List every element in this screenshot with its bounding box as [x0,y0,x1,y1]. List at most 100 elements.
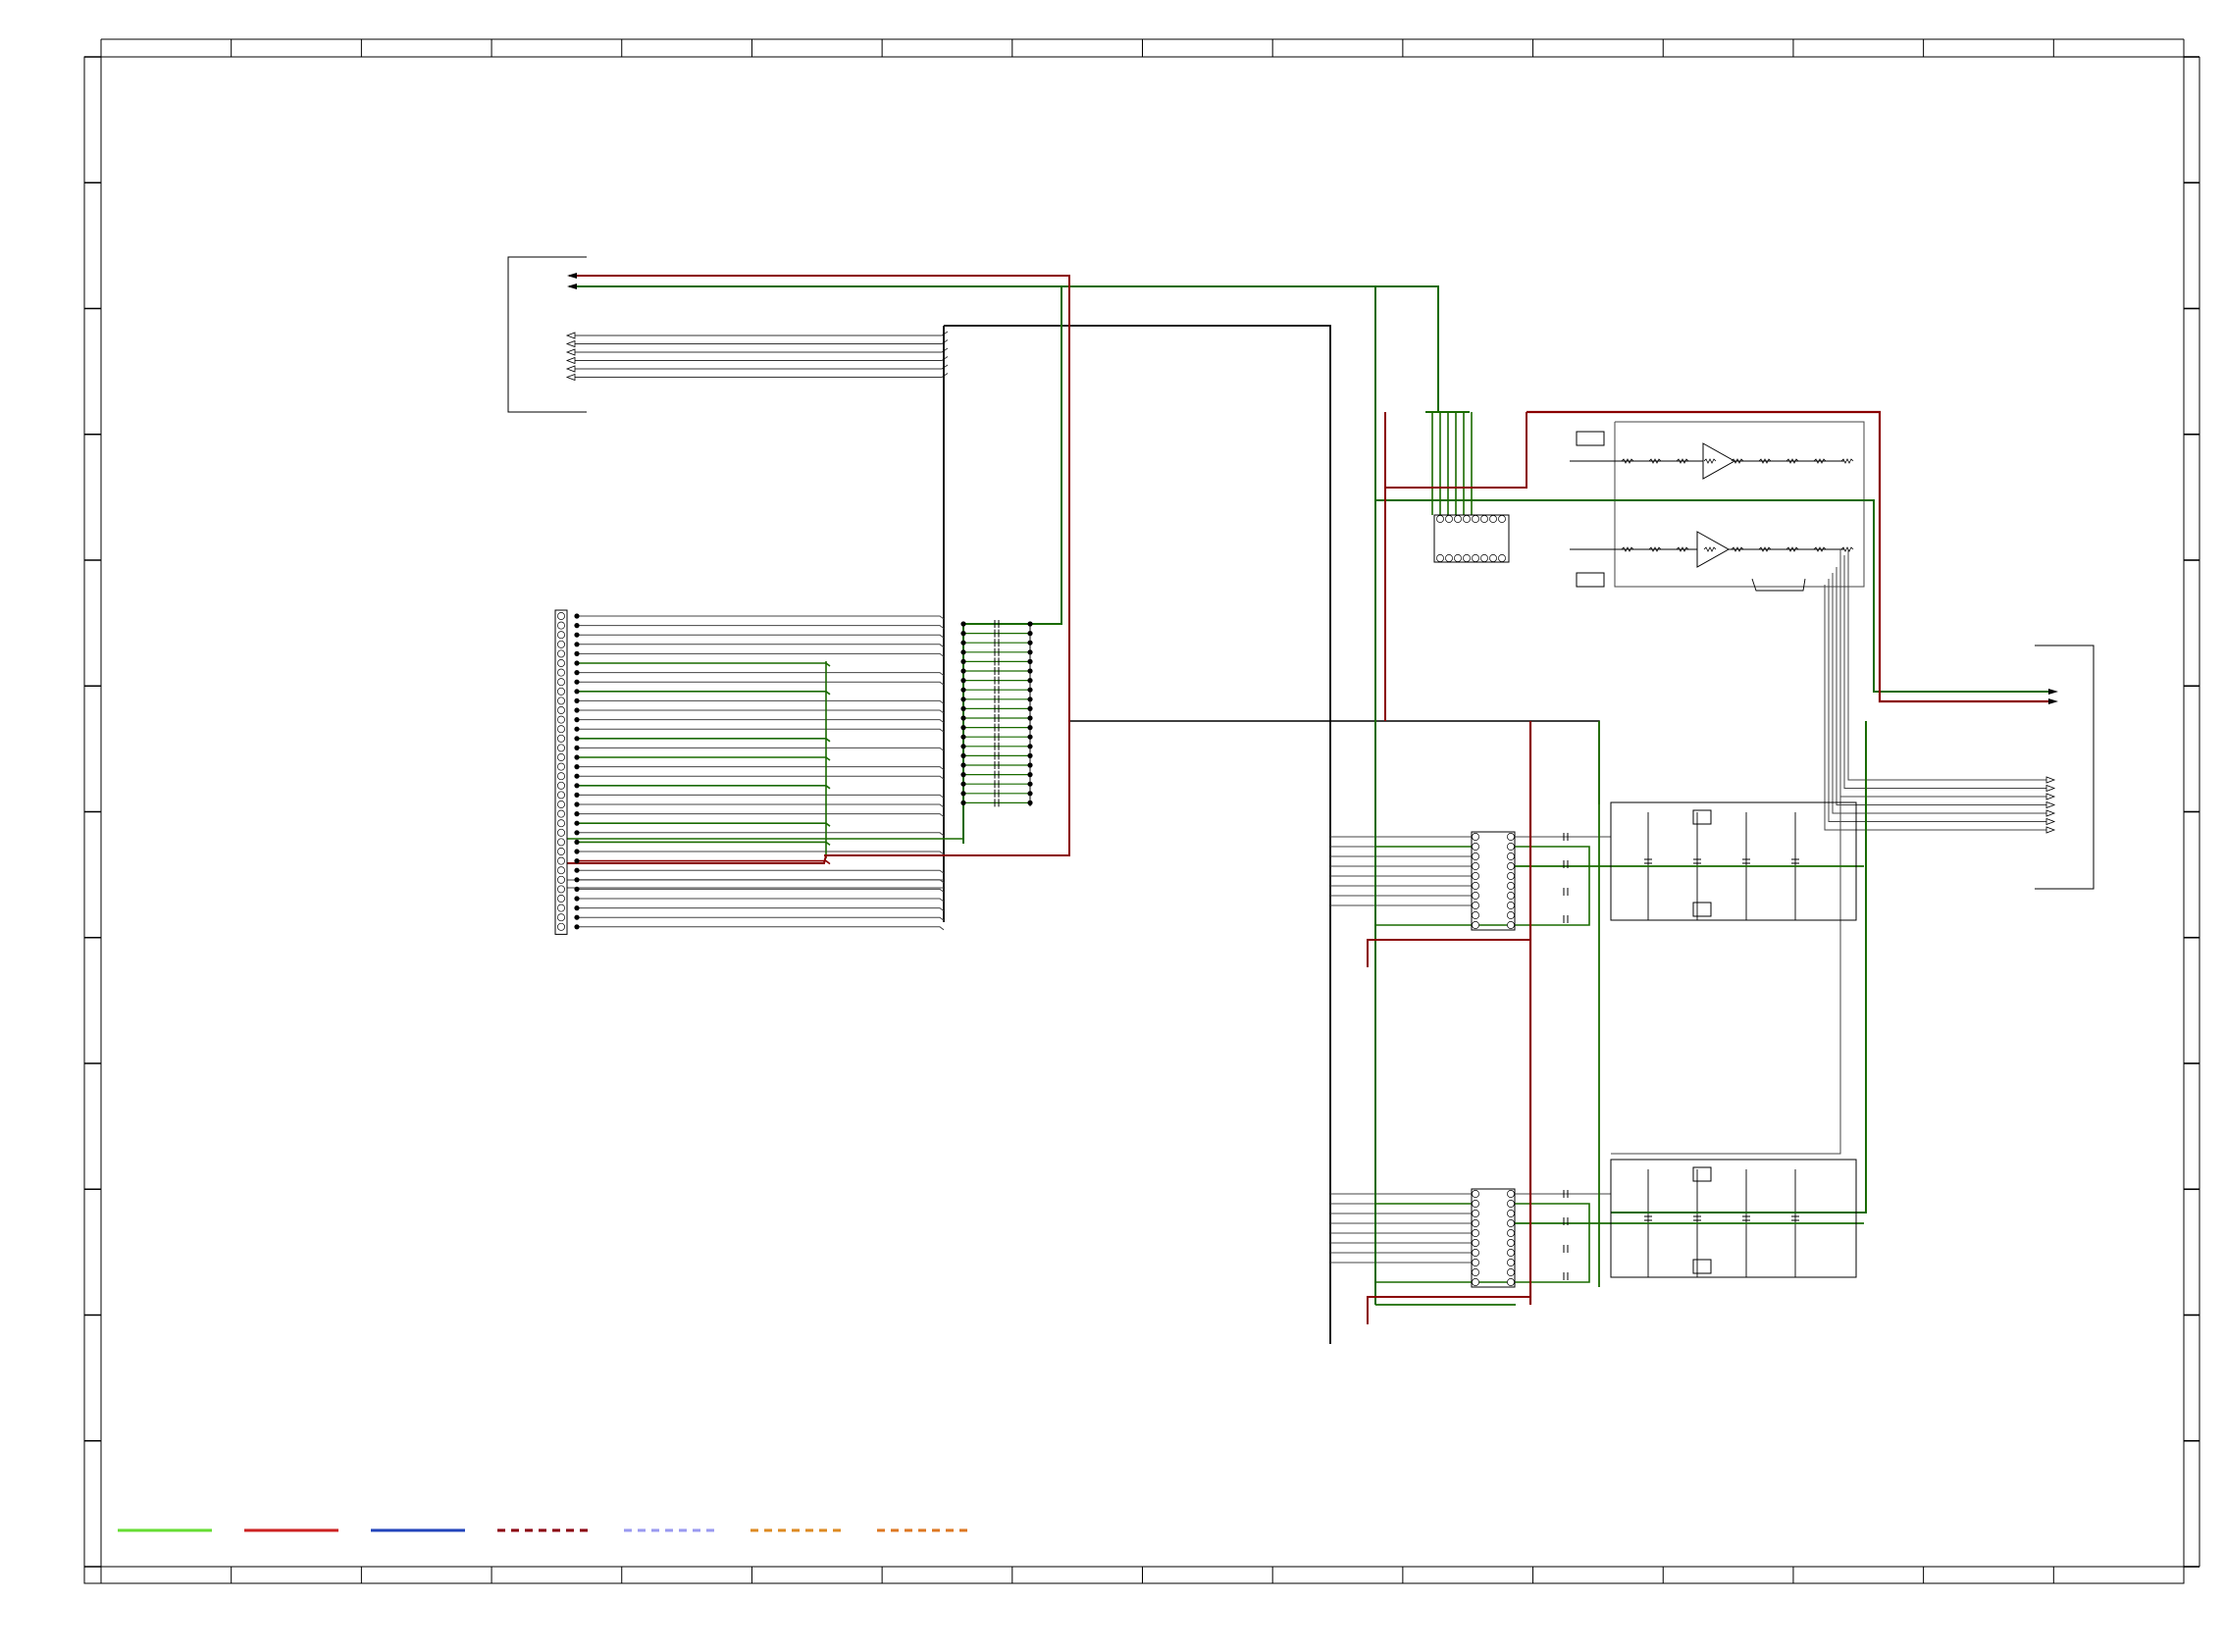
connector-pin [557,809,565,818]
signal-arrow [565,332,576,339]
connector-wire [577,728,945,733]
bus-line [569,364,949,370]
connector-wire [577,822,831,827]
junction-dot [960,781,966,787]
junction-dot [574,830,580,836]
connector-wire [577,756,831,761]
ic-pin [1489,554,1497,562]
junction-dot [574,877,580,883]
connector-wire [577,775,945,780]
ic-pin [1489,515,1497,523]
junction-dot [1027,649,1033,655]
output-arrow [2045,776,2056,784]
green-supply-line [569,285,1062,844]
junction-dot [1027,725,1033,731]
connector-pin [557,631,565,640]
connector-pin [557,753,565,761]
junction-dot [574,905,580,911]
ic-pin [1472,1249,1479,1257]
ic-red-loop [1367,856,1531,967]
green-right-down [1611,721,1867,1213]
junction-dot [960,762,966,768]
junction-dot [574,754,580,760]
ic-pin [1507,1268,1515,1276]
connector-pin [557,668,565,677]
connector-wire [577,851,945,855]
ic-pin [1507,1229,1515,1237]
ic-pin [1454,554,1462,562]
connector-wire [577,709,945,714]
ic-red-loop [1367,1213,1531,1324]
output-arrow [2045,809,2056,817]
connector-pin [557,621,565,630]
middle-ic-regulator-box [1610,801,1857,921]
connector-pin [557,895,565,903]
black-bus [944,325,1331,1344]
ic-pin [1472,833,1479,841]
output-bracket [2035,645,2095,890]
junction-dot [574,773,580,779]
junction-dot [574,886,580,893]
ic-pin [1507,921,1515,929]
junction-dot [1027,791,1033,797]
red-return [567,854,827,864]
output-arrow [2045,784,2056,793]
junction-dot [574,867,580,873]
ic-pin [1472,872,1479,880]
connector-pin [557,612,565,620]
label-box [1576,431,1605,446]
ic-pin [1507,1249,1515,1257]
ic-pin [1472,1190,1479,1198]
junction-dot [960,705,966,712]
junction-dot [1027,631,1033,637]
ic-pin [1472,843,1479,851]
connector-wire [577,672,945,676]
connector-wire [577,898,945,903]
black-crossbus [1069,720,1600,804]
ic-pin [1498,515,1506,523]
junction-dot [1027,800,1033,806]
junction-dot [1027,697,1033,702]
junction-dot [1027,640,1033,645]
reg-box [1692,1166,1712,1182]
ic-pin [1472,921,1479,929]
reg-box [1692,1259,1712,1274]
connector-pin [557,744,565,752]
connector-pin [557,913,565,922]
connector-wire [577,888,945,893]
junction-dot [574,783,580,789]
output-arrow [2045,800,2056,809]
ic-pin [1472,554,1479,562]
junction-dot [960,678,966,684]
output-wire [1824,585,2046,831]
red-top-loop [1526,410,2050,703]
junction-dot [574,820,580,826]
junction-dot [960,752,966,759]
bus-line [569,331,949,336]
output-wire [1828,579,2046,822]
connector-wire [577,803,945,808]
junction-dot [574,679,580,685]
ic-pin [1507,911,1515,919]
ic-pin [1472,1229,1479,1237]
junction-dot [574,613,580,619]
connector-wire [577,813,945,817]
connector-wire [577,625,945,629]
output-arrow-red [2048,698,2058,704]
connector-wire [577,719,945,723]
grey-right-down [1611,549,1841,1155]
connector-wire [577,644,945,648]
junction-dot [574,707,580,713]
junction-dot [1027,621,1033,627]
connector-pin [557,687,565,696]
green-supply-line-right [569,285,1439,412]
ic-pin [1472,902,1479,909]
ic-pin [1507,843,1515,851]
ic-pin [1472,1278,1479,1286]
junction-dot [574,792,580,799]
junction-dot [1027,687,1033,693]
junction-dot [1027,781,1033,787]
output-arrow [2045,793,2056,800]
junction-dot [960,744,966,749]
connector-wire [577,832,945,837]
